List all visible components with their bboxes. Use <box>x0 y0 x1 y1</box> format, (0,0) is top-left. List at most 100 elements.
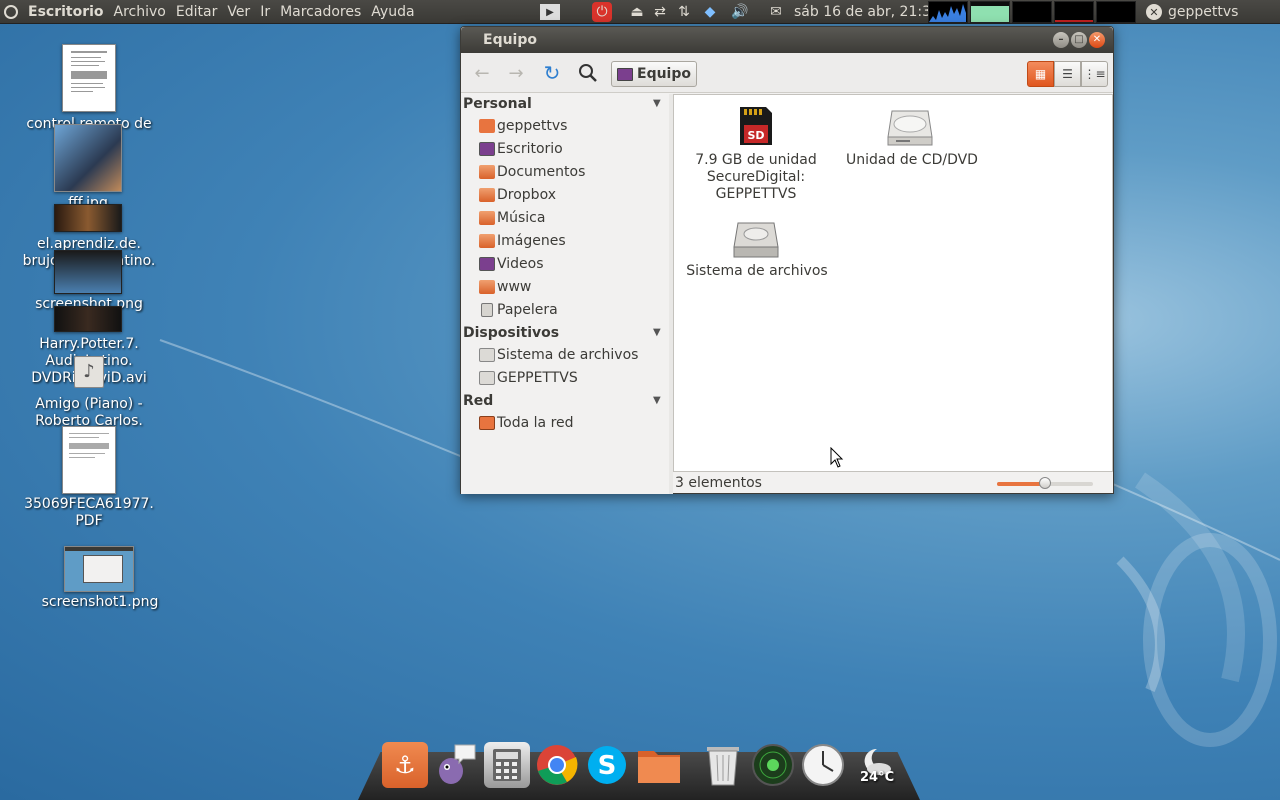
image-thumbnail-icon[interactable] <box>54 250 122 294</box>
mail-icon[interactable]: ✉ <box>766 0 786 24</box>
hard-drive-icon[interactable] <box>732 219 780 263</box>
sidebar-item-geppettvs-drive[interactable]: GEPPETTVS <box>479 367 578 389</box>
radar-app-icon[interactable] <box>750 742 796 788</box>
list-icon: ☰ <box>1062 67 1073 81</box>
eject-icon[interactable]: ⏏ <box>627 0 647 24</box>
user-menu[interactable]: ✕ geppettvs <box>1146 0 1238 24</box>
music-folder-icon <box>479 211 495 225</box>
zoom-slider-handle[interactable] <box>1039 477 1051 489</box>
sidebar-item-label: Sistema de archivos <box>497 347 639 363</box>
photo-thumbnail-icon[interactable] <box>54 124 122 192</box>
sidebar-item-label: GEPPETTVS <box>497 370 578 386</box>
menu-editar[interactable]: Editar <box>171 0 222 24</box>
desktop-folder-icon <box>479 142 495 156</box>
pdf-thumbnail-icon[interactable] <box>62 426 116 494</box>
menu-ir[interactable]: Ir <box>255 0 275 24</box>
sidebar-item-label: Dropbox <box>497 187 556 203</box>
list-view-button[interactable]: ☰ <box>1054 61 1081 87</box>
collapse-triangle-icon[interactable]: ▼ <box>653 98 661 109</box>
file-view[interactable]: SD 7.9 GB de unidad SecureDigital: GEPPE… <box>673 94 1113 472</box>
home-folder-icon <box>479 119 495 133</box>
network-icon <box>479 416 495 430</box>
minimize-button[interactable]: – <box>1053 32 1069 48</box>
sidebar-item-imagenes[interactable]: Imágenes <box>479 230 566 252</box>
clock-app-icon[interactable] <box>800 742 846 788</box>
audio-file-icon[interactable]: ♪ <box>74 356 104 388</box>
sidebar-item-dropbox[interactable]: Dropbox <box>479 184 556 206</box>
maximize-button[interactable]: □ <box>1071 32 1087 48</box>
image-thumbnail-icon[interactable] <box>64 546 134 592</box>
computer-icon <box>617 67 633 81</box>
sidebar-section-dispositivos[interactable]: Dispositivos <box>463 325 559 341</box>
sidebar-item-escritorio[interactable]: Escritorio <box>479 138 563 160</box>
content-item-label[interactable]: Sistema de archivos <box>682 263 832 280</box>
search-icon <box>579 64 597 82</box>
calculator-icon[interactable] <box>484 742 530 788</box>
network-manager-icon[interactable]: ⇄ <box>650 0 670 24</box>
power-icon[interactable]: ⏻ <box>592 0 612 24</box>
ubuntu-logo-icon[interactable] <box>0 0 22 24</box>
trash-dock-icon[interactable] <box>700 742 746 788</box>
optical-drive-icon[interactable] <box>886 107 934 151</box>
content-item-label[interactable]: Unidad de CD/DVD <box>842 152 982 169</box>
volume-icon[interactable]: 🔊 <box>730 0 750 24</box>
user-name: geppettvs <box>1168 4 1239 20</box>
sidebar-item-videos[interactable]: Videos <box>479 253 544 275</box>
pidgin-icon[interactable] <box>432 742 478 788</box>
sidebar-item-papelera[interactable]: Papelera <box>479 299 558 321</box>
desktop-icon-label[interactable]: screenshot1.png <box>30 594 170 611</box>
skype-icon[interactable]: S <box>584 742 630 788</box>
pictures-folder-icon <box>479 234 495 248</box>
folder-icon <box>479 165 495 179</box>
close-button[interactable]: ✕ <box>1089 32 1105 48</box>
sidebar-item-home[interactable]: geppettvs <box>479 115 567 137</box>
status-bar: 3 elementos <box>673 472 1113 494</box>
dropbox-tray-icon[interactable]: ◆ <box>700 0 720 24</box>
svg-text:SD: SD <box>747 129 764 142</box>
sidebar-section-personal[interactable]: Personal <box>463 96 532 112</box>
sidebar-item-toda-la-red[interactable]: Toda la red <box>479 412 574 434</box>
back-button[interactable]: ← <box>469 61 495 85</box>
toolbar: ← → ↻ Equipo ▦ ☰ ⋮≡ <box>461 53 1113 93</box>
updown-icon[interactable]: ⇅ <box>674 0 694 24</box>
reload-icon: ↻ <box>543 61 561 85</box>
clock[interactable]: sáb 16 de abr, 21:31 <box>794 0 940 24</box>
menu-escritorio[interactable]: Escritorio <box>22 0 109 24</box>
status-text: 3 elementos <box>675 475 762 491</box>
sidebar-item-musica[interactable]: Música <box>479 207 545 229</box>
chrome-icon[interactable] <box>534 742 580 788</box>
compact-view-button[interactable]: ⋮≡ <box>1081 61 1108 87</box>
sidebar-item-label: www <box>497 279 532 295</box>
svg-text:S: S <box>598 751 617 781</box>
video-thumbnail-icon[interactable] <box>54 306 122 332</box>
desktop-icon-label[interactable]: Amigo (Piano) - Roberto Carlos. <box>20 396 158 430</box>
home-folder-dock-icon[interactable] <box>636 742 682 788</box>
icon-view-button[interactable]: ▦ <box>1027 61 1054 87</box>
path-bar-label: Equipo <box>637 66 691 82</box>
menu-archivo[interactable]: Archivo <box>109 0 171 24</box>
menu-ver[interactable]: Ver <box>222 0 255 24</box>
path-bar-button[interactable]: Equipo <box>611 61 697 87</box>
video-thumbnail-icon[interactable] <box>54 204 122 232</box>
menu-ayuda[interactable]: Ayuda <box>366 0 419 24</box>
desktop-icon-label[interactable]: 35069FECA61977. PDF <box>20 496 158 530</box>
sidebar-item-filesystem[interactable]: Sistema de archivos <box>479 344 638 366</box>
forward-button[interactable]: → <box>503 61 529 85</box>
user-status-icon: ✕ <box>1146 4 1162 20</box>
indicator-applet-icon[interactable]: ▶ <box>540 0 560 24</box>
sidebar-item-documentos[interactable]: Documentos <box>479 161 585 183</box>
collapse-triangle-icon[interactable]: ▼ <box>653 395 661 406</box>
content-item-label[interactable]: 7.9 GB de unidad SecureDigital: GEPPETTV… <box>688 152 824 203</box>
sd-card-icon[interactable]: SD <box>736 105 776 151</box>
reload-button[interactable]: ↻ <box>539 61 565 85</box>
collapse-triangle-icon[interactable]: ▼ <box>653 327 661 338</box>
sidebar-section-red[interactable]: Red <box>463 393 493 409</box>
folder-icon <box>479 280 495 294</box>
document-thumbnail-icon[interactable] <box>62 44 116 112</box>
grid-icon: ▦ <box>1034 67 1047 81</box>
anchor-app-icon[interactable]: ⚓ <box>382 742 428 788</box>
sidebar-item-www[interactable]: www <box>479 276 531 298</box>
search-button[interactable] <box>575 61 601 85</box>
window-titlebar[interactable]: Equipo – □ ✕ <box>461 27 1113 53</box>
menu-marcadores[interactable]: Marcadores <box>275 0 366 24</box>
